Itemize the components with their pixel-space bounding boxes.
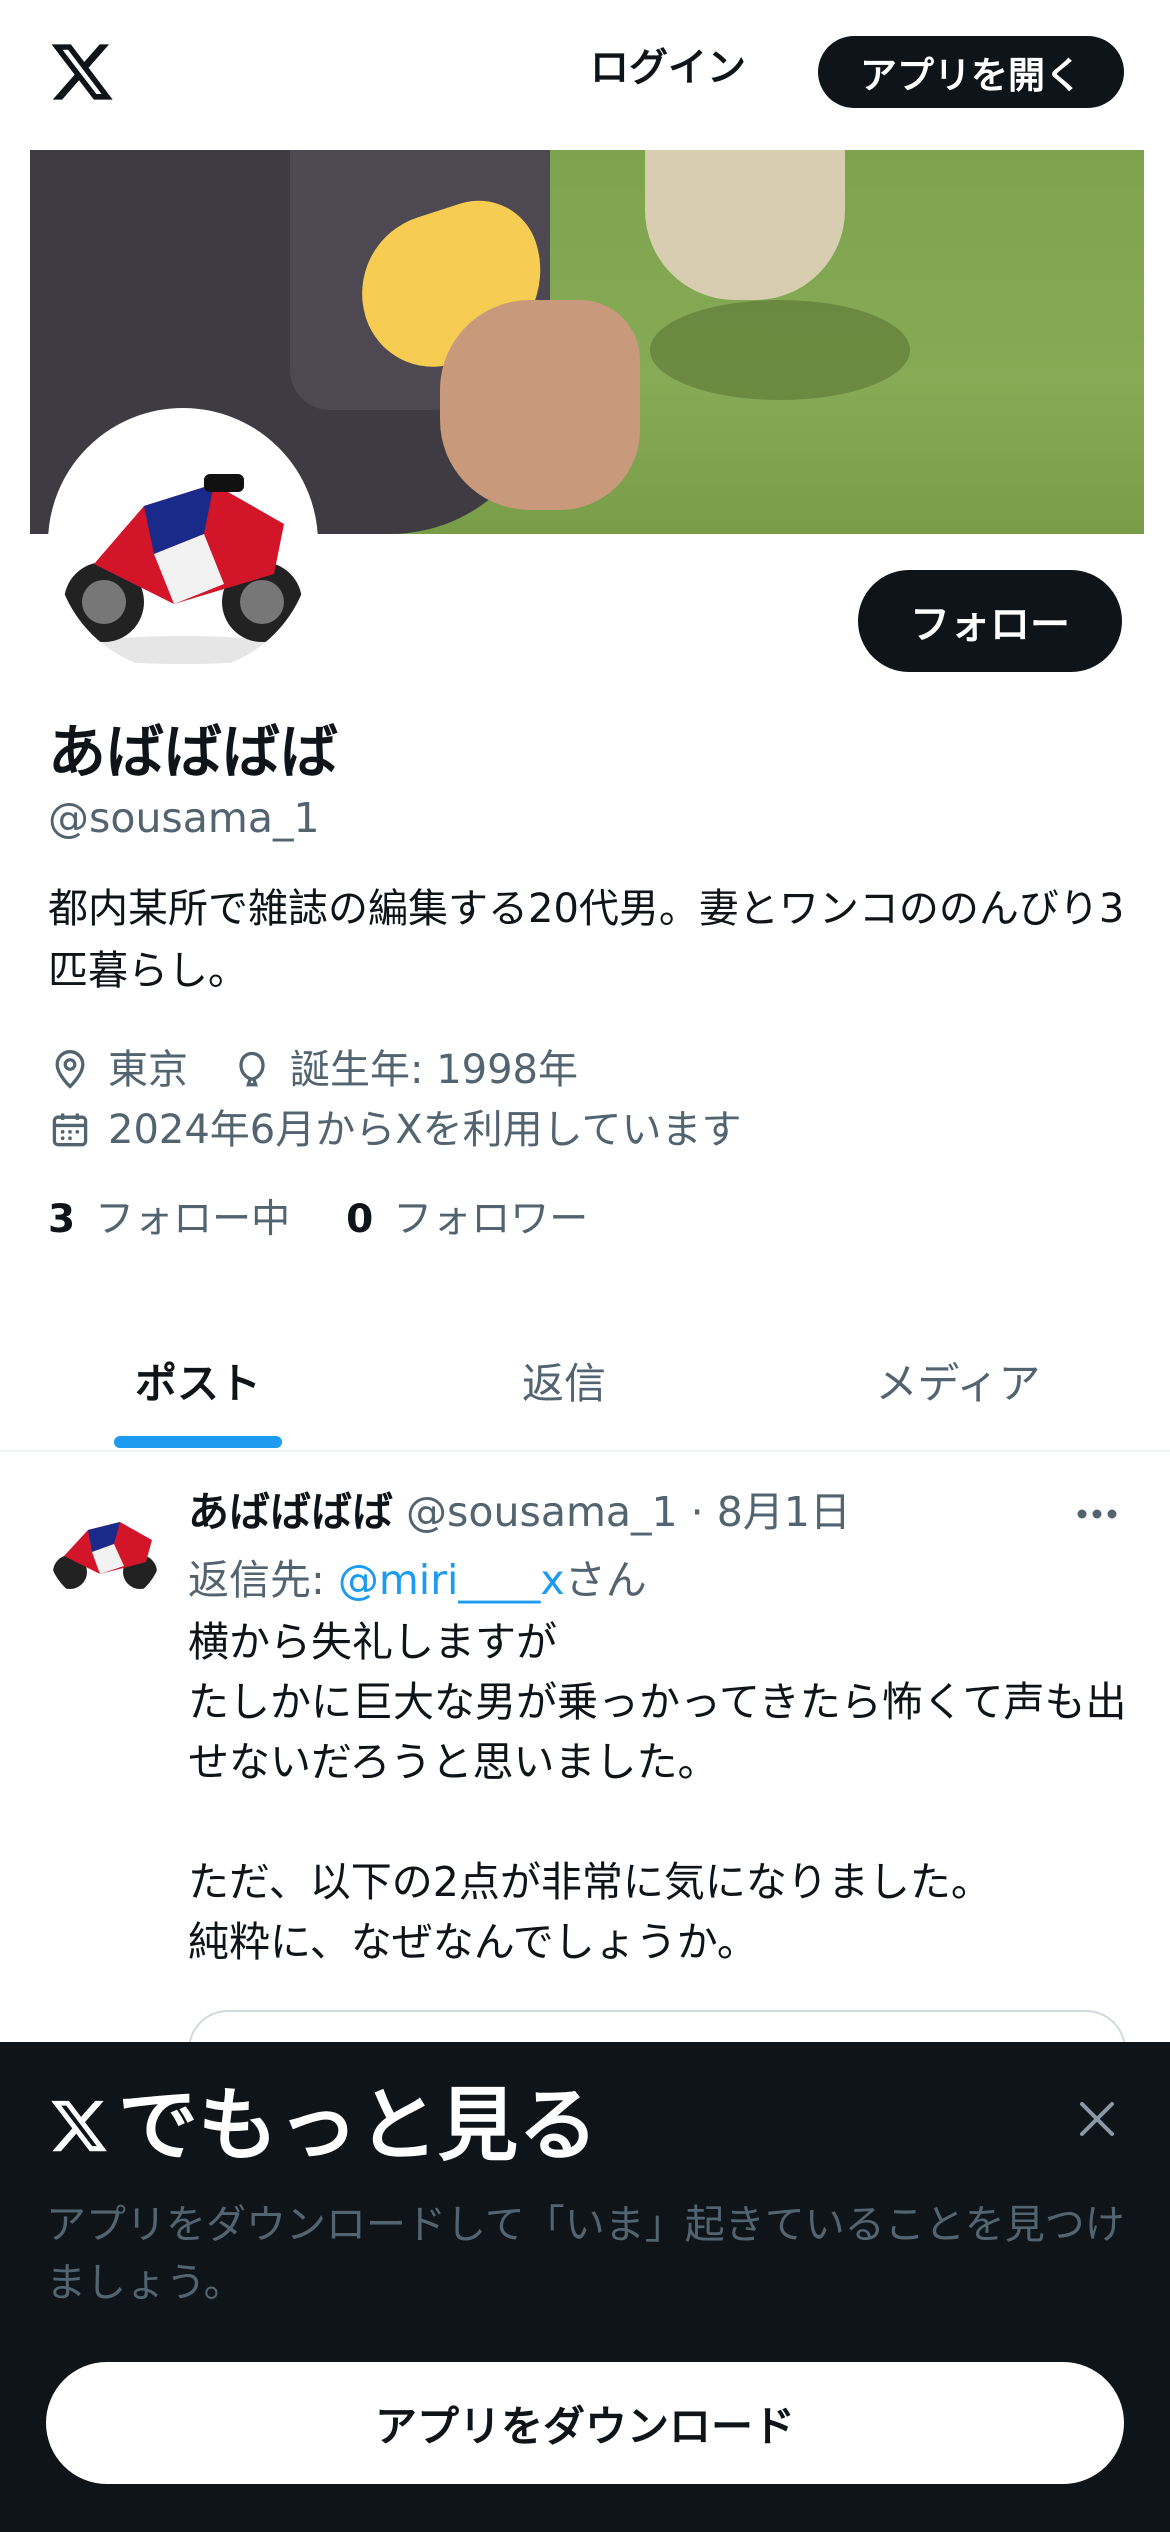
reply-mention-link[interactable]: @miri____x (338, 1556, 565, 1604)
tab-posts[interactable]: ポスト (0, 1310, 396, 1450)
profile-birth-year: 誕生年: 1998年 (290, 1047, 578, 1093)
active-tab-indicator (114, 1436, 282, 1448)
following-count: 3 (48, 1197, 76, 1242)
x-logo-icon (51, 2100, 107, 2152)
motorcycle-avatar-image (48, 1490, 162, 1604)
followers-link[interactable]: 0 フォロワー (346, 1192, 588, 1248)
calendar-icon (52, 1113, 88, 1147)
post-body-text: 横から失礼しますが たしかに巨大な男が乗っかってきたら怖くて声も出せないだろうと… (188, 1618, 1127, 1966)
sheet-subtitle: アプリをダウンロードして「いま」起きていることを見つけましょう。 (46, 2202, 1125, 2306)
location-pin-icon (55, 1050, 85, 1089)
post-author-name[interactable]: あばばばば (188, 1488, 393, 1536)
post-header: あばばばば @sousama_1 · 8月1日 (188, 1484, 851, 1540)
profile-tabs: ポスト 返信 メディア (0, 1310, 1170, 1452)
profile-meta-row-2: 2024年6月からXを利用しています (48, 1102, 741, 1158)
profile-location: 東京 (108, 1047, 188, 1093)
follow-button[interactable]: フォロー (858, 570, 1122, 672)
more-options-icon[interactable] (1072, 1494, 1122, 1534)
post-author-handle[interactable]: @sousama_1 (406, 1488, 678, 1536)
balloon-icon (239, 1051, 265, 1087)
follow-counts: 3 フォロー中 0 フォロワー (48, 1192, 588, 1248)
x-logo-icon[interactable] (46, 38, 118, 106)
following-link[interactable]: 3 フォロー中 (48, 1192, 290, 1248)
post-author-avatar[interactable] (48, 1490, 162, 1604)
followers-label: フォロワー (393, 1197, 589, 1242)
download-app-button[interactable]: アプリをダウンロード (46, 2362, 1124, 2484)
post-separator: · (690, 1488, 704, 1536)
profile-avatar[interactable] (48, 408, 318, 678)
profile-bio: 都内某所で雑誌の編集する20代男。妻とワンコののんびり3匹暮らし。 (48, 886, 1125, 994)
reply-to-prefix: 返信先: (188, 1556, 338, 1604)
profile-display-name: あばばばば (48, 718, 339, 786)
following-label: フォロー中 (95, 1197, 291, 1242)
sheet-title: でもっと見る (46, 2076, 598, 2176)
post-date[interactable]: 8月1日 (717, 1488, 851, 1536)
motorcycle-avatar-image (54, 414, 312, 672)
tab-replies[interactable]: 返信 (366, 1310, 762, 1450)
login-link[interactable]: ログイン (590, 40, 746, 98)
profile-meta-row-1: 東京 誕生年: 1998年 (48, 1042, 578, 1098)
close-icon[interactable] (1072, 2094, 1122, 2144)
profile-handle: @sousama_1 (48, 794, 320, 842)
open-app-button[interactable]: アプリを開く (818, 36, 1124, 108)
sheet-title-text: でもっと見る (118, 2079, 598, 2172)
reply-to-suffix: さん (564, 1556, 647, 1604)
profile-joined-date: 2024年6月からXを利用しています (108, 1107, 742, 1153)
tab-media[interactable]: メディア (760, 1310, 1156, 1450)
followers-count: 0 (346, 1197, 374, 1242)
reply-to-line: 返信先: @miri____xさん (188, 1552, 647, 1608)
